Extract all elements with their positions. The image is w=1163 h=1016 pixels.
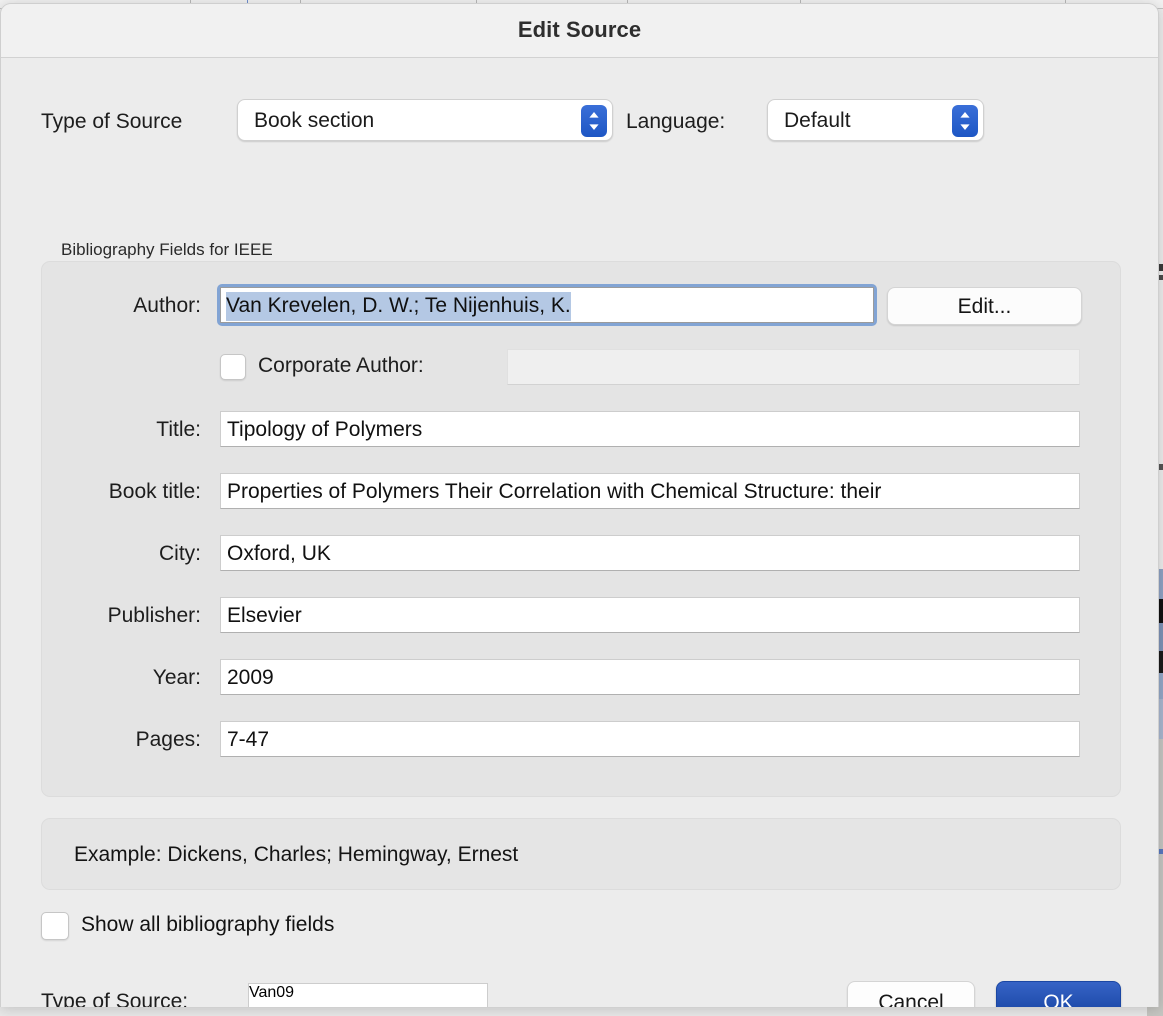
pages-label: Pages: [41,728,201,752]
year-input[interactable]: 2009 [220,659,1080,695]
show-all-fields-checkbox[interactable] [41,912,69,940]
type-of-source-label: Type of Source [41,110,182,134]
source-type-row: Type of Source Book section Language: De… [1,99,1158,145]
book-title-label: Book title: [21,480,201,504]
corporate-author-checkbox[interactable] [220,354,246,380]
edit-authors-button[interactable]: Edit... [887,287,1082,325]
dialog-title: Edit Source [1,17,1158,43]
title-input[interactable]: Tipology of Polymers [220,411,1080,447]
book-title-input-value: Properties of Polymers Their Correlation… [227,480,881,504]
language-label: Language: [626,110,725,134]
city-input[interactable]: Oxford, UK [220,535,1080,571]
tag-name-input[interactable]: Van09 [248,983,488,1007]
dialog-titlebar: Edit Source [1,4,1158,58]
bibliography-fields-caption: Bibliography Fields for IEEE [61,240,273,260]
ok-button-label: OK [997,991,1120,1007]
publisher-label: Publisher: [21,604,201,628]
title-label: Title: [61,418,201,442]
cancel-button-label: Cancel [848,991,974,1007]
year-label: Year: [61,666,201,690]
language-dropdown[interactable]: Default [767,99,984,141]
corporate-author-input [507,349,1080,385]
year-input-value: 2009 [227,666,274,690]
edit-authors-button-label: Edit... [888,295,1081,319]
type-of-source-value: Book section [254,109,374,133]
publisher-input-value: Elsevier [227,604,302,628]
ok-button[interactable]: OK [996,981,1121,1007]
pages-input[interactable]: 7-47 [220,721,1080,757]
cancel-button[interactable]: Cancel [847,981,975,1007]
author-label: Author: [41,294,201,318]
tag-name-label: Type of Source: [41,990,188,1007]
tag-name-input-value: Van09 [249,984,294,1001]
show-all-fields-label: Show all bibliography fields [81,913,334,937]
example-panel: Example: Dickens, Charles; Hemingway, Er… [41,818,1121,890]
publisher-input[interactable]: Elsevier [220,597,1080,633]
bibliography-fields-group [41,261,1121,797]
type-of-source-dropdown[interactable]: Book section [237,99,613,141]
chevron-up-down-icon [581,105,607,137]
chevron-up-down-icon [952,105,978,137]
city-input-value: Oxford, UK [227,542,331,566]
edit-source-dialog: Edit Source Type of Source Book section … [0,3,1159,1007]
book-title-input[interactable]: Properties of Polymers Their Correlation… [220,473,1080,509]
author-input[interactable]: Van Krevelen, D. W.; Te Nijenhuis, K. [220,287,874,323]
pages-input-value: 7-47 [227,728,269,752]
corporate-author-label: Corporate Author: [258,354,424,378]
language-value: Default [784,109,851,133]
author-input-value: Van Krevelen, D. W.; Te Nijenhuis, K. [226,292,571,321]
city-label: City: [61,542,201,566]
title-input-value: Tipology of Polymers [227,418,422,442]
example-text: Example: Dickens, Charles; Hemingway, Er… [74,843,518,867]
